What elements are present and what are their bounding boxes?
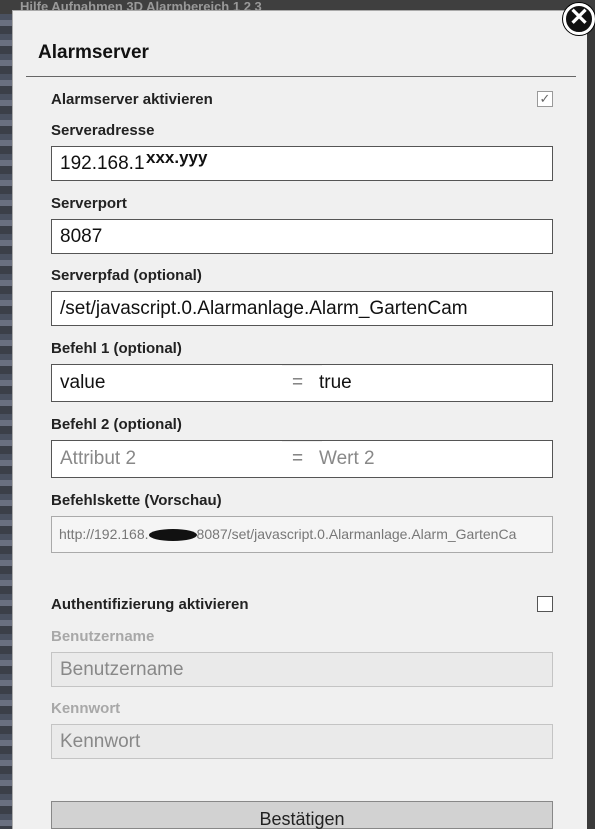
username-input[interactable]: Benutzername	[51, 652, 553, 687]
server-path-input[interactable]: /set/javascript.0.Alarmanlage.Alarm_Gart…	[51, 291, 553, 326]
chain-redaction	[148, 529, 197, 542]
command-chain-preview: http://192.168. 8087/set/javascript.0.Al…	[51, 516, 553, 553]
chain-prefix: http://192.168.	[59, 526, 149, 542]
close-icon[interactable]: ✕	[563, 3, 595, 35]
chain-suffix: 8087/set/javascript.0.Alarmanlage.Alarm_…	[196, 526, 517, 542]
command1-attribute-input[interactable]: value	[60, 365, 105, 401]
checkmark-icon: ✓	[539, 91, 551, 106]
username-label: Benutzername	[51, 628, 155, 645]
alarmserver-enable-checkbox[interactable]: ✓	[537, 91, 553, 107]
command1-label: Befehl 1 (optional)	[51, 340, 182, 357]
command2-equals: =	[292, 448, 304, 469]
command2-row: Attribut 2 = Wert 2	[51, 440, 553, 478]
server-address-overlay: xxx.yyy	[146, 148, 208, 167]
command1-equals: =	[292, 372, 304, 393]
server-address-label: Serveradresse	[51, 122, 155, 139]
password-input[interactable]: Kennwort	[51, 724, 553, 759]
command1-row: value = true	[51, 364, 553, 402]
command2-attribute-input[interactable]: Attribut 2	[60, 441, 136, 477]
server-path-label: Serverpfad (optional)	[51, 267, 202, 284]
alarmserver-dialog: Alarmserver Alarmserver aktivieren ✓ Ser…	[0, 0, 595, 829]
command1-value-input[interactable]: true	[319, 365, 352, 401]
alarmserver-enable-label: Alarmserver aktivieren	[51, 91, 213, 108]
command2-value-input[interactable]: Wert 2	[319, 441, 375, 477]
server-port-label: Serverport	[51, 195, 127, 212]
confirm-button[interactable]: Bestätigen	[51, 801, 553, 829]
auth-enable-checkbox[interactable]	[537, 596, 553, 612]
password-label: Kennwort	[51, 700, 121, 717]
title-divider	[26, 76, 576, 77]
command-chain-label: Befehlskette (Vorschau)	[51, 492, 222, 509]
dialog-title: Alarmserver	[38, 42, 149, 63]
server-address-input[interactable]: 192.168.1. xxx.yyy	[51, 146, 553, 181]
server-port-input[interactable]: 8087	[51, 219, 553, 254]
server-address-value: 192.168.1.	[60, 153, 150, 174]
auth-enable-label: Authentifizierung aktivieren	[51, 596, 249, 613]
command2-label: Befehl 2 (optional)	[51, 416, 182, 433]
